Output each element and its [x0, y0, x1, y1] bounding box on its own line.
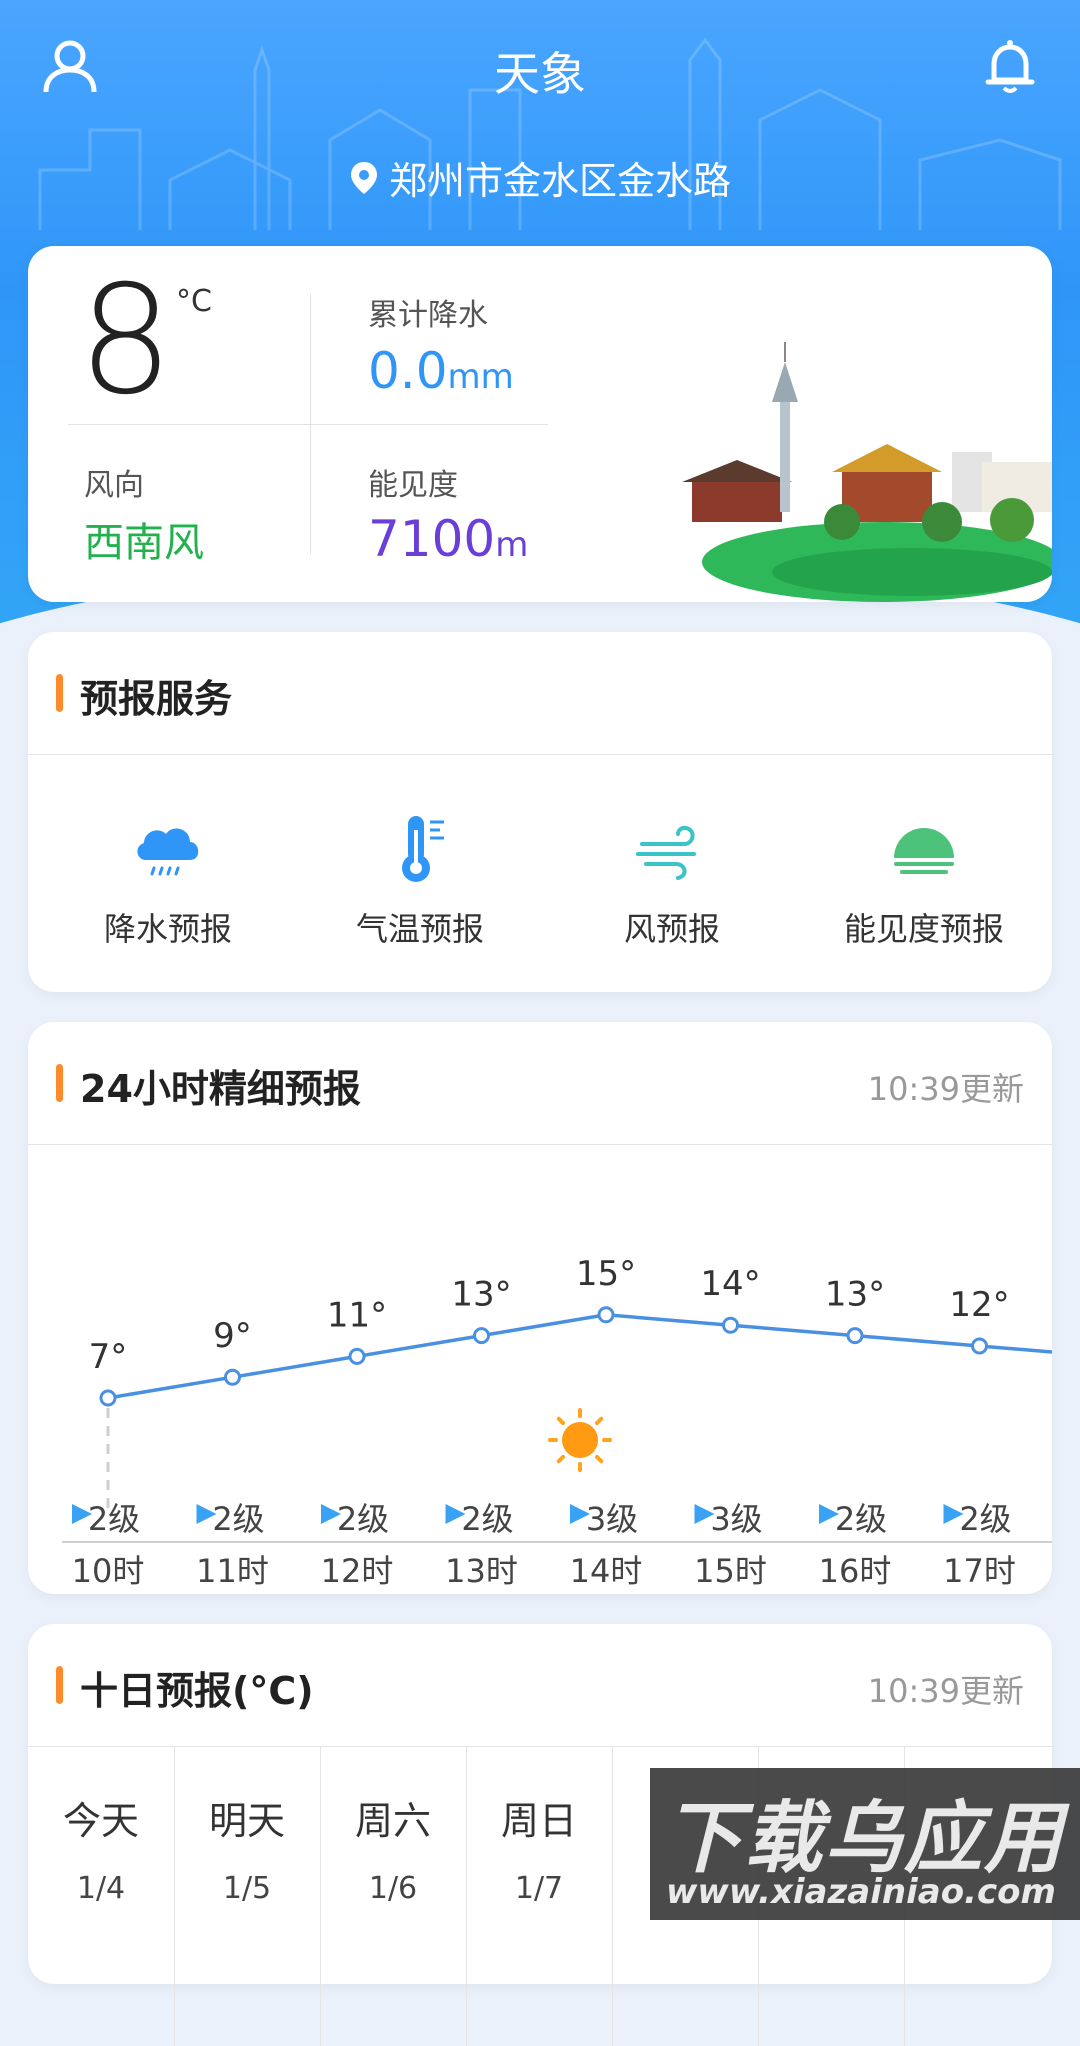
wind-icon	[636, 825, 696, 880]
day-name: 明天	[208, 1799, 285, 1843]
location-selector[interactable]: 郑州市金水区金水路	[0, 150, 1080, 205]
precip-label: 累计降水	[368, 298, 488, 333]
accent-bar	[56, 674, 63, 712]
temperature-point	[99, 1389, 117, 1407]
temperature-point	[722, 1316, 739, 1334]
day-column[interactable]: 明天 1/5	[174, 1746, 321, 2046]
temperature-point	[224, 1368, 241, 1386]
location-text: 郑州市金水区金水路	[388, 159, 731, 203]
day-date: 1/5	[222, 1871, 272, 1906]
wind-level-label: 2级	[835, 1500, 887, 1538]
temperature-label: 12°	[949, 1285, 1009, 1325]
temperature-label: 13°	[825, 1275, 885, 1315]
temperature-point	[597, 1306, 615, 1324]
service-wind[interactable]: 风预报	[552, 810, 792, 950]
update-time: 10:39更新	[867, 1672, 1024, 1710]
hour-label: 13时	[445, 1552, 518, 1590]
accent-bar	[56, 1666, 63, 1704]
hour-label: 15时	[694, 1552, 767, 1590]
service-label: 气温预报	[355, 910, 484, 948]
day-date: 1/6	[368, 1871, 418, 1906]
sun-ray	[556, 1454, 566, 1464]
hour-label: 17时	[943, 1552, 1016, 1590]
wind-level-label: 3级	[710, 1500, 762, 1538]
wind-label: 风向	[84, 468, 144, 503]
update-time: 10:39更新	[867, 1070, 1024, 1108]
accent-bar	[56, 1064, 63, 1102]
card-header: 预报服务	[28, 632, 1052, 755]
card-header: 24小时精细预报 10:39更新	[28, 1022, 1052, 1145]
service-precipitation[interactable]: 降水预报	[48, 810, 288, 950]
visibility-value: 7100m	[368, 510, 529, 568]
card-header: 十日预报(°C) 10:39更新	[28, 1624, 1052, 1747]
day-date: 1/7	[514, 1871, 564, 1906]
sun-ray	[556, 1416, 566, 1426]
service-label: 降水预报	[103, 910, 232, 948]
service-label: 风预报	[623, 910, 720, 948]
wind-direction-value: 西南风	[84, 520, 204, 566]
temperature-label: 7°	[89, 1337, 128, 1377]
thermometer-icon	[402, 816, 444, 882]
visibility-label: 能见度	[368, 468, 458, 503]
wind-level-label: 2级	[959, 1500, 1011, 1538]
hourly-forecast-card: 24小时精细预报 10:39更新 7° 2级 10时 9° 2级 11时 11° 2级 12时 1…	[28, 1022, 1052, 1594]
forecast-services-card: 预报服务 降水预报 气温预报 风预报 能见度预报	[28, 632, 1052, 992]
temperature-label: 14°	[700, 1264, 760, 1304]
wind-level-label: 2级	[212, 1500, 264, 1538]
watermark: 下载乌应用 www.xiazainiao.com	[650, 1768, 1080, 1920]
temperature-point	[971, 1337, 988, 1355]
current-temperature: 8	[78, 254, 174, 428]
hour-label: 14时	[570, 1552, 643, 1590]
service-label: 能见度预报	[843, 910, 1004, 948]
day-column[interactable]: 周日 1/7	[466, 1746, 613, 2046]
top-bar: 天象	[0, 0, 1080, 140]
precip-value: 0.0mm	[368, 342, 514, 400]
sun-icon	[548, 1408, 612, 1472]
city-landmark-illustration	[682, 342, 1052, 602]
watermark-url: www.xiazainiao.com	[666, 1872, 1056, 1912]
current-conditions-card: 8 °C 累计降水 0.0mm 风向 西南风 能见度 7100m	[28, 246, 1052, 602]
day-column[interactable]: 今天 1/4	[28, 1746, 175, 2046]
section-title: 十日预报(°C)	[80, 1669, 314, 1713]
temperature-point	[473, 1327, 490, 1345]
service-temperature[interactable]: 气温预报	[300, 810, 540, 950]
temperature-label: 13°	[451, 1275, 511, 1315]
rain-cloud-icon	[137, 828, 199, 876]
visibility-icon	[894, 828, 954, 874]
temperature-point	[846, 1327, 864, 1345]
wind-level-label: 3级	[586, 1500, 638, 1538]
wind-level-label: 2级	[88, 1500, 140, 1538]
temperature-point	[348, 1347, 366, 1365]
day-name: 周日	[500, 1799, 577, 1843]
hourly-temperature-chart[interactable]: 7° 2级 10时 9° 2级 11时 11° 2级 12时 13° 2级 13时 15° 3级 14时 14…	[28, 1144, 1052, 1594]
day-name: 周六	[354, 1799, 431, 1843]
hour-label: 11时	[196, 1552, 269, 1590]
section-title: 预报服务	[80, 677, 233, 721]
hour-label: 10时	[72, 1552, 145, 1590]
temperature-label: 11°	[327, 1295, 387, 1335]
temperature-label: 9°	[213, 1316, 252, 1356]
day-date: 1/4	[76, 1871, 126, 1906]
day-column[interactable]: 周六 1/6	[320, 1746, 467, 2046]
service-visibility[interactable]: 能见度预报	[804, 810, 1044, 950]
temperature-unit: °C	[176, 284, 212, 319]
sun-disc	[562, 1422, 598, 1458]
hour-label: 16时	[819, 1552, 892, 1590]
location-pin-icon	[350, 161, 377, 194]
temperature-label: 15°	[576, 1254, 636, 1294]
hour-label: 12时	[321, 1552, 394, 1590]
page-title: 天象	[494, 47, 586, 101]
wind-level-label: 2级	[337, 1500, 389, 1538]
wind-level-label: 2级	[461, 1500, 513, 1538]
day-name: 今天	[62, 1799, 139, 1843]
bell-icon[interactable]	[980, 36, 1040, 96]
sun-ray	[594, 1454, 604, 1464]
sun-ray	[594, 1416, 604, 1426]
section-title: 24小时精细预报	[80, 1067, 361, 1111]
